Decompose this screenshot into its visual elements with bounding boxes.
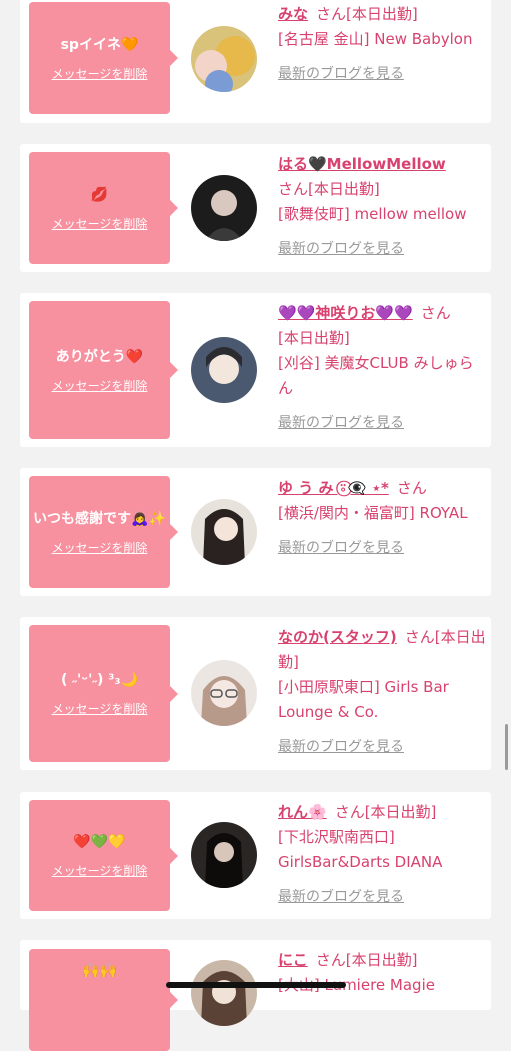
latest-blog-link[interactable]: 最新のブログを見る bbox=[278, 536, 404, 561]
sender-info: ゆ う み ⍤⃝👁‍🗨 ⋆* さん [横浜/関内・福富町] ROYAL 最新のブロ… bbox=[278, 476, 486, 561]
sender-name-link[interactable]: 💜💜神咲りお💜💜 bbox=[278, 304, 413, 322]
message-text: ❤️💚💛 bbox=[73, 834, 126, 850]
latest-blog-link[interactable]: 最新のブログを見る bbox=[278, 411, 404, 436]
shop-name: [横浜/関内・福富町] ROYAL bbox=[278, 504, 468, 522]
status-label: [本日出勤] bbox=[364, 803, 437, 821]
message-bubble: 🙌🙌 bbox=[29, 949, 178, 1051]
message-card: ( ˶'ᵕ'˶) ³₃🌙 メッセージを削除 なのか(スタッフ) さん[本日出勤] … bbox=[20, 617, 491, 770]
sender-info: はる🖤MellowMellow さん[本日出勤] [歌舞伎町] mellow m… bbox=[278, 152, 486, 262]
message-text: ( ˶'ᵕ'˶) ³₃🌙 bbox=[61, 672, 138, 688]
message-bubble: ありがとう❤️ メッセージを削除 bbox=[29, 301, 178, 439]
honorific: さん bbox=[396, 479, 427, 497]
shop-name: [歌舞伎町] mellow mellow bbox=[278, 205, 467, 223]
avatar[interactable] bbox=[191, 26, 257, 92]
message-bubble: ( ˶'ᵕ'˶) ³₃🌙 メッセージを削除 bbox=[29, 625, 178, 762]
delete-message-link[interactable]: メッセージを削除 bbox=[52, 539, 148, 556]
honorific: さん bbox=[278, 180, 309, 198]
message-text: 🙌🙌 bbox=[82, 963, 117, 979]
message-card: 💋 メッセージを削除 はる🖤MellowMellow さん[本日出勤] [歌舞伎… bbox=[20, 144, 491, 272]
status-label: [本日出勤] bbox=[278, 329, 350, 347]
message-text: ありがとう❤️ bbox=[55, 348, 144, 365]
message-bubble: 💋 メッセージを削除 bbox=[29, 152, 178, 264]
honorific: さん bbox=[316, 5, 347, 23]
shop-name: [刈谷] 美魔女CLUB みしゅらん bbox=[278, 354, 474, 397]
avatar[interactable] bbox=[191, 175, 257, 241]
shop-name: [小田原駅東口] Girls Bar Lounge & Co. bbox=[278, 678, 449, 721]
sender-info: なのか(スタッフ) さん[本日出勤] [小田原駅東口] Girls Bar Lou… bbox=[278, 625, 486, 760]
avatar[interactable] bbox=[191, 960, 257, 1026]
message-text: いつも感謝です🙇‍♀️✨ bbox=[33, 510, 166, 527]
message-bubble: いつも感謝です🙇‍♀️✨ メッセージを削除 bbox=[29, 476, 178, 588]
delete-message-link[interactable]: メッセージを削除 bbox=[52, 700, 148, 717]
message-text: 💋 bbox=[90, 186, 109, 203]
latest-blog-link[interactable]: 最新のブログを見る bbox=[278, 237, 404, 262]
honorific: さん bbox=[315, 951, 346, 969]
message-card: ❤️💚💛 メッセージを削除 れん🌸 さん[本日出勤] [下北沢駅南西口] Girl… bbox=[20, 792, 491, 919]
sender-name-link[interactable]: なのか(スタッフ) bbox=[278, 628, 397, 646]
honorific: さん bbox=[334, 803, 365, 821]
scrollbar[interactable] bbox=[505, 724, 508, 770]
message-bubble: spイイネ🧡 メッセージを削除 bbox=[29, 2, 178, 114]
message-text: spイイネ🧡 bbox=[60, 36, 139, 53]
avatar[interactable] bbox=[191, 822, 257, 888]
delete-message-link[interactable]: メッセージを削除 bbox=[52, 65, 148, 82]
latest-blog-link[interactable]: 最新のブログを見る bbox=[278, 885, 404, 910]
delete-message-link[interactable]: メッセージを削除 bbox=[52, 215, 148, 232]
sender-info: 💜💜神咲りお💜💜 さん [本日出勤] [刈谷] 美魔女CLUB みしゅらん 最新の… bbox=[278, 301, 486, 436]
home-indicator[interactable] bbox=[166, 982, 346, 988]
message-bubble: ❤️💚💛 メッセージを削除 bbox=[29, 800, 178, 911]
status-label: [本日出勤] bbox=[345, 951, 418, 969]
delete-message-link[interactable]: メッセージを削除 bbox=[52, 377, 148, 394]
sender-name-link[interactable]: にこ bbox=[278, 951, 308, 969]
latest-blog-link[interactable]: 最新のブログを見る bbox=[278, 735, 404, 760]
honorific: さん bbox=[420, 304, 451, 322]
sender-name-link[interactable]: はる🖤MellowMellow bbox=[278, 155, 446, 173]
sender-name-link[interactable]: れん🌸 bbox=[278, 803, 327, 821]
message-card: ありがとう❤️ メッセージを削除 💜💜神咲りお💜💜 さん [本日出勤] [刈谷] … bbox=[20, 293, 491, 447]
message-card: spイイネ🧡 メッセージを削除 みな さん[本日出勤] [名古屋 金山] New … bbox=[20, 0, 491, 123]
message-card: 🙌🙌 にこ さん[本日出勤] [大山] Lumiere Magie bbox=[20, 940, 491, 1051]
honorific: さん bbox=[404, 628, 435, 646]
message-card: いつも感謝です🙇‍♀️✨ メッセージを削除 ゆ う み ⍤⃝👁‍🗨 ⋆* さん [… bbox=[20, 468, 491, 596]
sender-name-link[interactable]: ゆ う み ⍤⃝👁‍🗨 ⋆* bbox=[278, 479, 389, 497]
status-label: [本日出勤] bbox=[346, 5, 418, 23]
sender-name-link[interactable]: みな bbox=[278, 5, 308, 23]
shop-name: [名古屋 金山] New Babylon bbox=[278, 30, 473, 48]
shop-name: [下北沢駅南西口] GirlsBar&Darts DIANA bbox=[278, 828, 443, 871]
sender-info: れん🌸 さん[本日出勤] [下北沢駅南西口] GirlsBar&Darts DIA… bbox=[278, 800, 486, 910]
avatar[interactable] bbox=[191, 499, 257, 565]
delete-message-link[interactable]: メッセージを削除 bbox=[52, 862, 148, 879]
sender-info: みな さん[本日出勤] [名古屋 金山] New Babylon 最新のブログを見… bbox=[278, 2, 486, 87]
sender-info: にこ さん[本日出勤] [大山] Lumiere Magie bbox=[278, 948, 486, 998]
avatar[interactable] bbox=[191, 660, 257, 726]
latest-blog-link[interactable]: 最新のブログを見る bbox=[278, 62, 404, 87]
avatar[interactable] bbox=[191, 337, 257, 403]
status-label: [本日出勤] bbox=[308, 180, 380, 198]
